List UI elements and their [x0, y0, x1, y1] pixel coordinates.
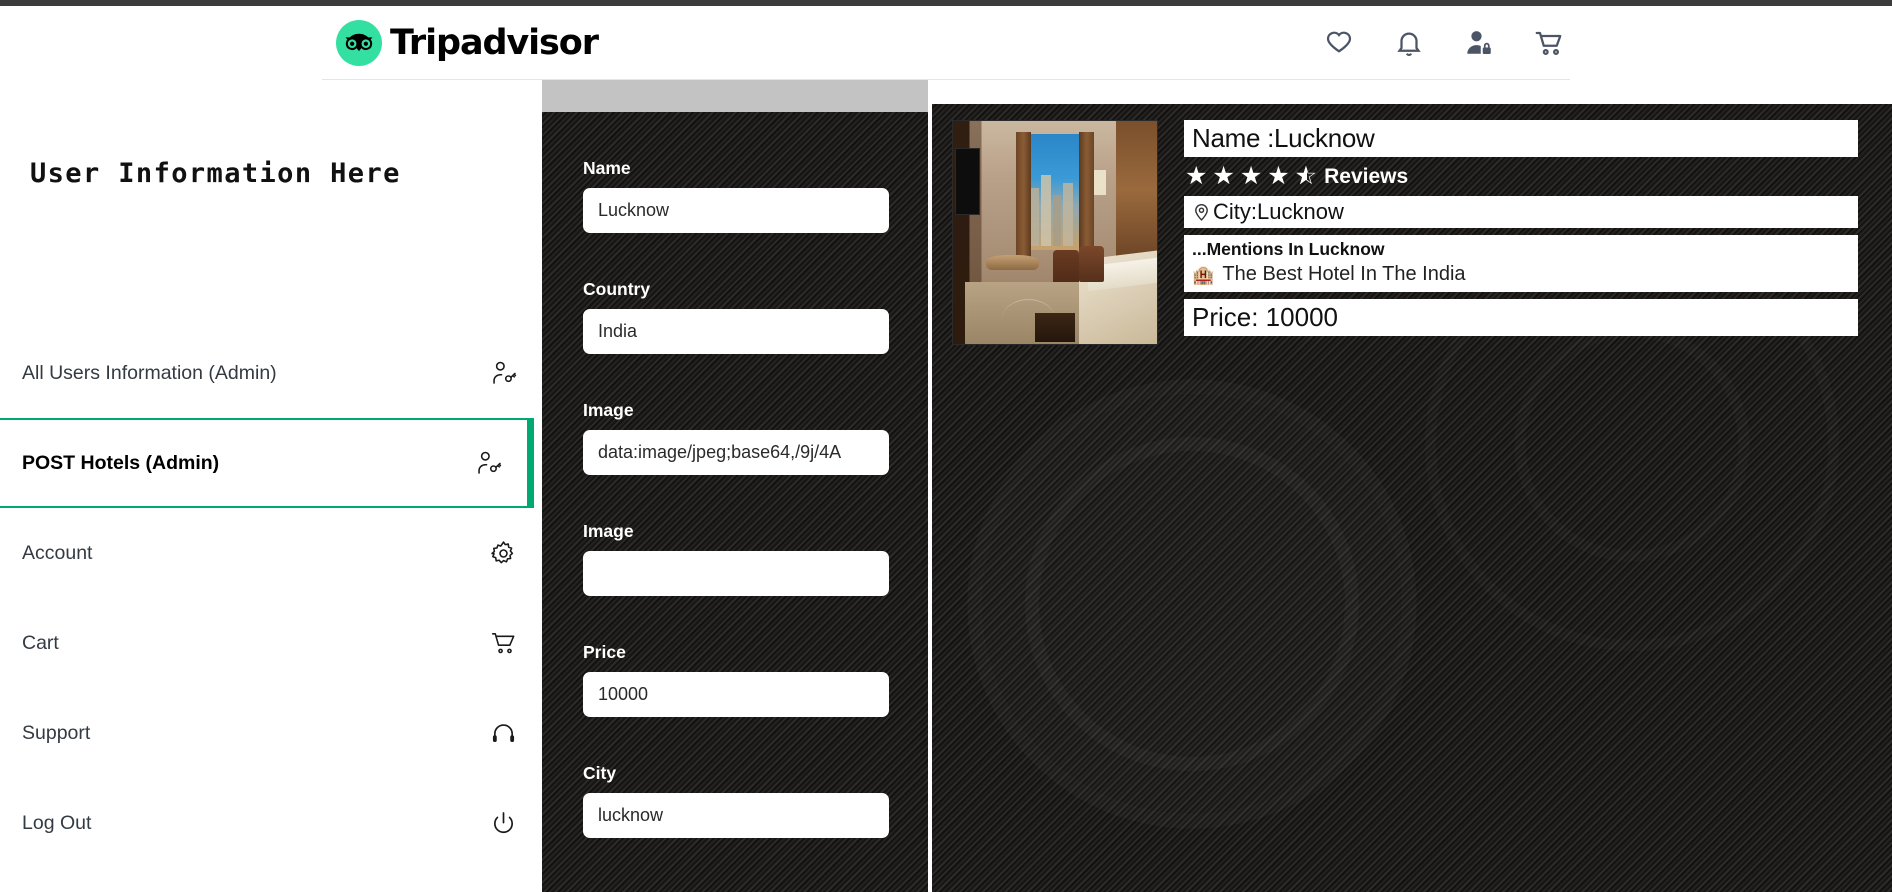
gear-icon	[490, 540, 517, 567]
brand-name: Tripadvisor	[390, 22, 599, 63]
hotel-price: Price: 10000	[1184, 299, 1858, 336]
header-icon-group	[1324, 28, 1564, 58]
cart-icon	[490, 630, 517, 657]
star-icon: ★	[1267, 162, 1291, 190]
form-field-price: Price	[542, 642, 928, 717]
hotel-detail-content: Name :Lucknow ★ ★ ★ ★ ☆ ★ ★ Reviews	[1184, 120, 1858, 892]
mentions-title: ...Mentions In Lucknow	[1192, 239, 1385, 259]
city-input[interactable]	[583, 793, 889, 838]
name-input[interactable]	[583, 188, 889, 233]
page-title: User Information Here	[30, 158, 401, 189]
sidebar-item-label: Support	[22, 721, 91, 744]
field-label: Name	[583, 158, 631, 178]
hotel-building-icon: 🏨	[1192, 264, 1215, 285]
hotel-name: Name :Lucknow	[1184, 120, 1858, 157]
sidebar-item-all-users-information[interactable]: All Users Information (Admin)	[0, 328, 542, 418]
form-field-name: Name	[542, 158, 928, 233]
form-field-city: City	[542, 763, 928, 838]
field-label: Image	[583, 400, 634, 420]
headset-icon	[490, 720, 517, 747]
form-field-image-secondary: Image	[542, 521, 928, 596]
user-key-icon	[475, 450, 502, 477]
cart-icon[interactable]	[1534, 28, 1564, 58]
hotel-photo	[952, 120, 1158, 345]
user-key-icon	[490, 360, 517, 387]
sidebar-item-cart[interactable]: Cart	[0, 598, 542, 688]
heart-icon[interactable]	[1324, 28, 1354, 58]
site-header: Tripadvisor	[0, 6, 1892, 80]
hotel-city: City:Lucknow	[1184, 196, 1858, 228]
star-half-icon: ☆ ★ ★	[1294, 162, 1319, 190]
user-lock-icon[interactable]	[1464, 28, 1494, 58]
bell-icon[interactable]	[1394, 28, 1424, 58]
sidebar-item-post-hotels[interactable]: POST Hotels (Admin)	[0, 418, 534, 508]
star-icon: ★	[1239, 162, 1264, 190]
power-icon	[490, 810, 517, 837]
image-base64-input[interactable]	[583, 430, 889, 475]
form-panel-top-strip	[542, 80, 928, 112]
field-label: Image	[583, 521, 634, 541]
field-label: Country	[583, 279, 651, 299]
price-input[interactable]	[583, 672, 889, 717]
sidebar-item-label: All Users Information (Admin)	[22, 361, 277, 384]
image-secondary-input[interactable]	[583, 551, 889, 596]
mentions-text: The Best Hotel In The India	[1222, 263, 1466, 285]
sidebar-item-label: POST Hotels (Admin)	[22, 451, 220, 474]
sidebar-item-label: Account	[22, 541, 93, 564]
star-icon: ★	[1185, 162, 1209, 190]
city-text: City:Lucknow	[1213, 199, 1344, 224]
rating-row: ★ ★ ★ ★ ☆ ★ ★ Reviews	[1185, 164, 1858, 189]
form-field-country: Country	[542, 279, 928, 354]
tripadvisor-owl-icon	[336, 19, 382, 66]
hotel-detail-panel: Name :Lucknow ★ ★ ★ ★ ☆ ★ ★ Reviews	[932, 104, 1892, 892]
hotel-form-panel: Name Country Image Image Price City	[542, 112, 928, 892]
sidebar-item-account[interactable]: Account	[0, 508, 542, 598]
field-label: City	[583, 763, 617, 783]
sidebar-item-label: Log Out	[22, 811, 92, 834]
star-icon: ★	[1212, 162, 1236, 190]
field-label: Price	[583, 642, 626, 662]
reviews-label: Reviews	[1324, 164, 1409, 188]
sidebar-item-support[interactable]: Support	[0, 688, 542, 778]
location-pin-icon	[1192, 201, 1211, 223]
left-sidebar: User Information Here All Users Informat…	[0, 80, 542, 892]
country-input[interactable]	[583, 309, 889, 354]
sidebar-nav: All Users Information (Admin) POST Hotel…	[0, 328, 542, 868]
hotel-mentions: ...Mentions In Lucknow 🏨 The Best Hotel …	[1184, 235, 1858, 292]
star-rating: ★ ★ ★ ★ ☆ ★ ★	[1185, 164, 1322, 189]
sidebar-item-label: Cart	[22, 631, 59, 654]
brand-logo[interactable]: Tripadvisor	[336, 19, 599, 66]
form-field-image-base64: Image	[542, 400, 928, 475]
sidebar-item-log-out[interactable]: Log Out	[0, 778, 542, 868]
